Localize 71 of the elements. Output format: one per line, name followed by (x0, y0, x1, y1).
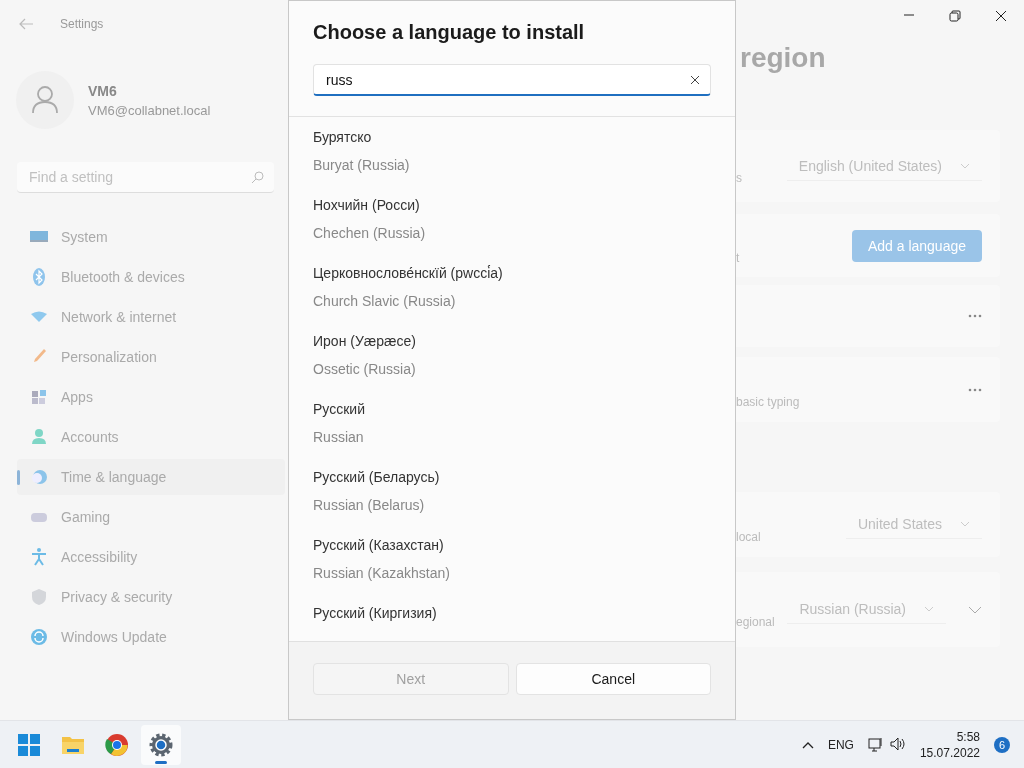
language-name[interactable]: Русский (Киргизия) (313, 605, 711, 633)
notification-badge[interactable]: 6 (994, 736, 1010, 753)
taskbar-app[interactable] (141, 724, 181, 765)
language-english-name: Buryat (Russia) (313, 157, 411, 173)
network-icon (867, 737, 884, 752)
person-icon (31, 85, 59, 115)
user-email: VM6@collabnet.local (88, 102, 211, 118)
nav-item[interactable]: Accessibility (17, 539, 285, 575)
dropdown[interactable]: English (United States) (786, 151, 982, 181)
page-heading: region (740, 42, 827, 75)
restore-icon (949, 10, 961, 22)
browser-icon (105, 732, 129, 757)
dropdown[interactable]: Russian (Russia) (787, 595, 946, 624)
close-icon (995, 10, 1007, 22)
setting-label: s (736, 171, 742, 185)
nav-item[interactable]: Network & internet (17, 299, 285, 335)
setting-label: basic typing (736, 394, 800, 409)
nav-item[interactable]: Apps (17, 379, 285, 415)
input-language[interactable]: ENG (827, 737, 854, 752)
language-name[interactable]: Нохчийн (Росси) (313, 197, 711, 225)
nav-item[interactable]: Bluetooth & devices (17, 259, 285, 295)
back-arrow-icon (18, 18, 34, 30)
more-icon (968, 314, 982, 318)
search-field[interactable]: Find a setting (17, 162, 274, 193)
nav-item[interactable]: System (17, 219, 285, 255)
nav-item[interactable]: Privacy & security (17, 579, 285, 615)
nav-item[interactable]: Time & language (17, 459, 285, 495)
person-icon (29, 427, 49, 447)
user-name: VM6 (88, 82, 118, 99)
setting-label: t (736, 250, 740, 265)
language-english-name: Russian (Belarus) (313, 497, 426, 513)
language-english-name: Russian (313, 429, 365, 445)
nav-item[interactable]: Accounts (17, 419, 285, 455)
dropdown[interactable]: United States (845, 510, 982, 539)
setting-label: local (736, 529, 761, 544)
gear-icon (149, 732, 173, 757)
language-name[interactable]: Церковнослове́нскїй (рwссі́а) (313, 265, 711, 293)
shield-icon (29, 587, 49, 607)
chevron-up-icon (801, 740, 814, 749)
search-input[interactable]: Find a setting (27, 161, 251, 193)
chevron-down-icon (960, 521, 970, 527)
language-name[interactable]: Русский (Казахстан) (313, 537, 711, 565)
language-english-name: Church Slavic (Russia) (313, 293, 457, 309)
accessibility-icon (29, 547, 49, 567)
chevron-down-icon (968, 605, 982, 614)
language-name[interactable]: Ирон (Уæрæсе) (313, 333, 711, 361)
language-english-name: Chechen (Russia) (313, 225, 427, 241)
language-name[interactable]: Бурятско (313, 129, 711, 157)
window-title: Settings (60, 17, 104, 31)
chevron-down-icon (960, 162, 970, 169)
clock[interactable]: 5:58 15.07.2022 (919, 728, 980, 761)
cancel-button[interactable]: Cancel (515, 663, 711, 695)
apps-icon (29, 387, 49, 407)
language-name[interactable]: Русский (Беларусь) (313, 469, 711, 497)
start-icon (17, 732, 41, 757)
chevron-down-icon (924, 606, 934, 612)
volume-icon (889, 737, 906, 751)
add-language-button[interactable]: Add a language (851, 229, 982, 262)
globe-clock-icon (29, 467, 49, 487)
update-icon (29, 627, 49, 647)
search-icon (251, 170, 264, 184)
nav-item[interactable]: Gaming (17, 499, 285, 535)
more-icon (968, 387, 982, 392)
language-english-name: Russian (Kazakhstan) (313, 565, 451, 581)
dialog-title: Choose a language to install (313, 21, 586, 44)
language-english-name: Ossetic (Russia) (313, 361, 417, 377)
nav-item[interactable]: Windows Update (17, 619, 285, 655)
language-name[interactable]: Русский (313, 401, 711, 429)
setting-label: egional (736, 614, 775, 629)
clear-icon (690, 74, 700, 85)
nav-item[interactable]: Personalization (17, 339, 285, 375)
